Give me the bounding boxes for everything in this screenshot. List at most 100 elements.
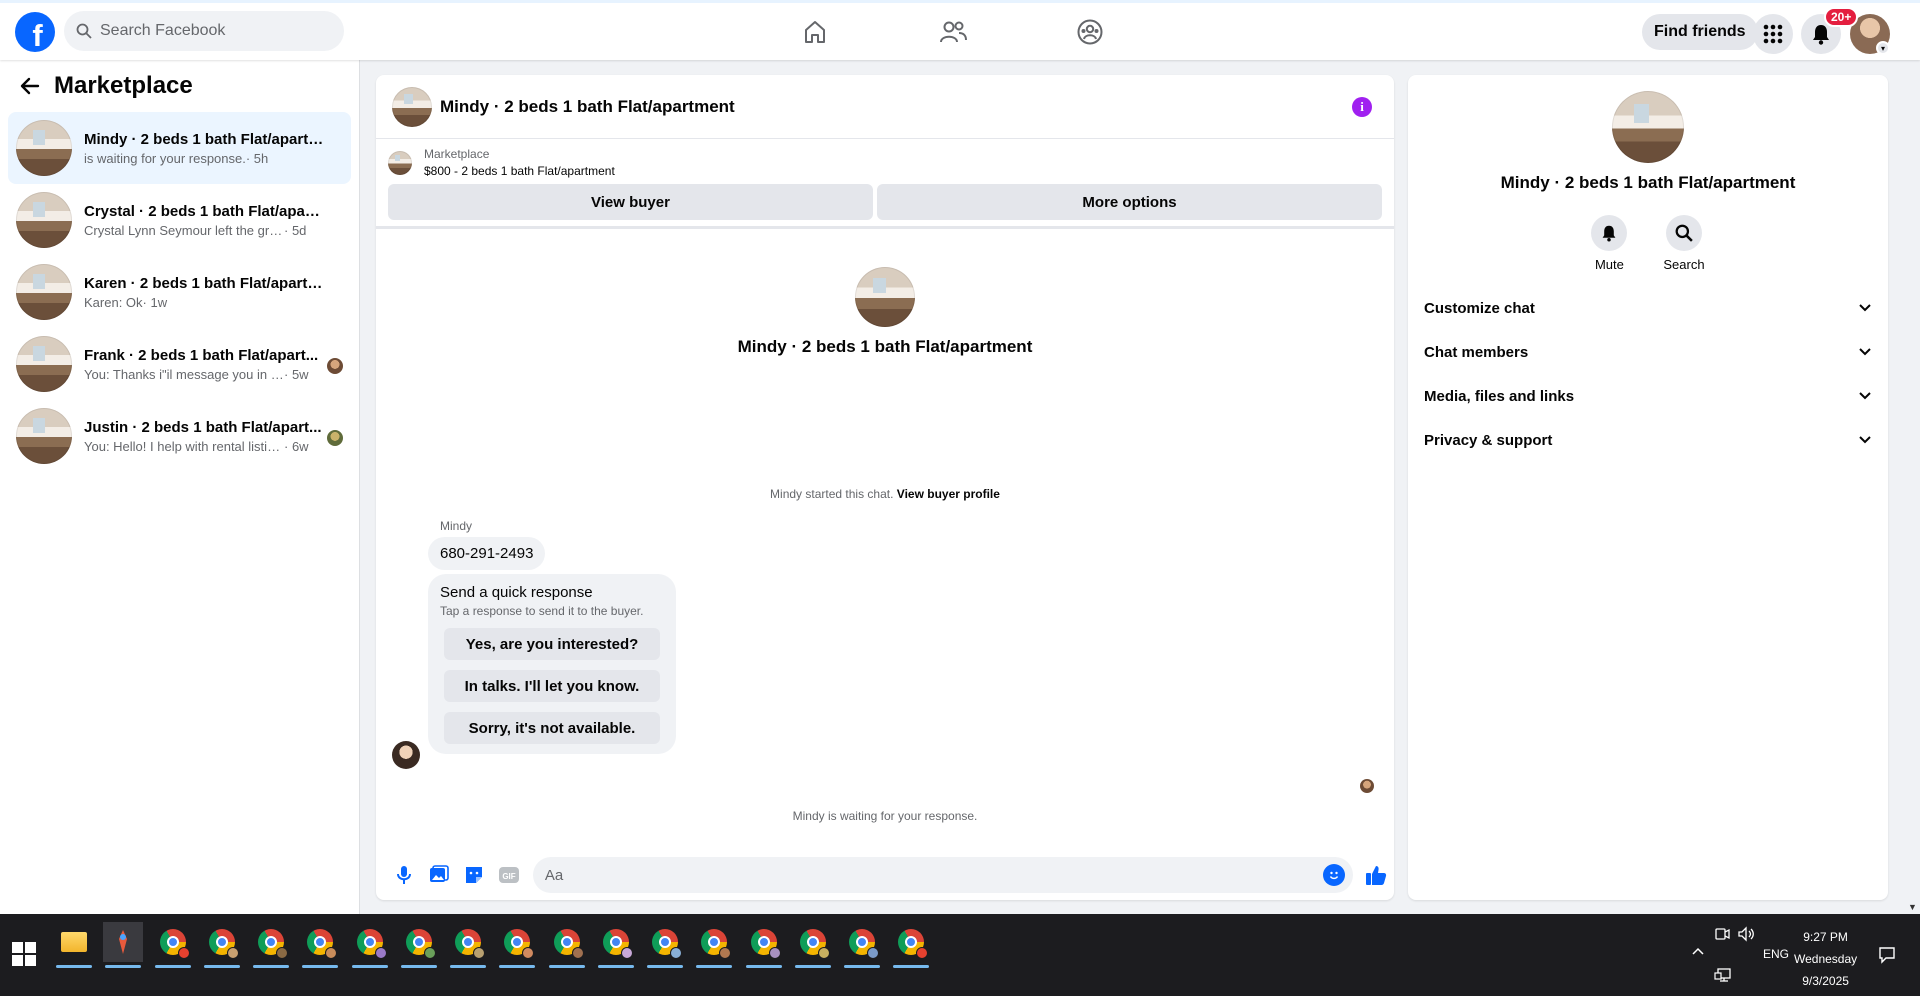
notification-center-icon[interactable]: [1878, 946, 1896, 964]
volume-icon[interactable]: [1737, 926, 1755, 942]
taskbar-chrome-12[interactable]: [694, 922, 734, 968]
chat-intro: Mindy · 2 beds 1 bath Flat/apartment: [376, 267, 1394, 357]
chat-title[interactable]: Mindy · 2 beds 1 bath Flat/apartment: [440, 97, 735, 117]
chat-started-text: Mindy started this chat.: [770, 487, 894, 501]
quick-response-not-available-button[interactable]: Sorry, it's not available.: [444, 712, 660, 744]
message-input-box[interactable]: [532, 857, 1353, 893]
section-customize-chat[interactable]: Customize chat: [1424, 286, 1872, 330]
listing-price: $800 - 2 beds 1 bath Flat/apartment: [424, 164, 615, 178]
notification-count-badge: 20+: [1824, 7, 1859, 27]
taskbar-chrome-10[interactable]: [596, 922, 636, 968]
gif-button[interactable]: GIF: [492, 857, 527, 893]
home-nav-button[interactable]: [797, 14, 833, 50]
view-buyer-button[interactable]: View buyer: [388, 184, 874, 220]
quick-response-in-talks-button[interactable]: In talks. I'll let you know.: [444, 670, 660, 702]
listing-thumbnail: [16, 264, 72, 320]
back-arrow-icon[interactable]: [20, 76, 40, 96]
chrome-icon: [652, 929, 682, 959]
conversation-item-frank[interactable]: Frank · 2 beds 1 bath Flat/apart... You:…: [8, 328, 351, 400]
section-privacy-support[interactable]: Privacy & support: [1424, 418, 1872, 462]
network-icon[interactable]: [1714, 968, 1732, 984]
menu-button[interactable]: [1753, 14, 1793, 54]
section-media-files-links[interactable]: Media, files and links: [1424, 374, 1872, 418]
conversation-item-karen[interactable]: Karen · 2 beds 1 bath Flat/apartment Kar…: [8, 256, 351, 328]
details-avatar[interactable]: [1612, 91, 1684, 163]
conversation-item-crystal[interactable]: Crystal · 2 beds 1 bath Flat/apartm... C…: [8, 184, 351, 256]
taskbar-clock[interactable]: 9:27 PM Wednesday 9/3/2025: [1794, 926, 1857, 992]
chevron-down-icon[interactable]: ▾: [1876, 41, 1890, 55]
chrome-icon: [307, 929, 337, 959]
listing-summary[interactable]: Marketplace $800 - 2 beds 1 bath Flat/ap…: [376, 139, 1394, 178]
conversation-item-mindy[interactable]: Mindy · 2 beds 1 bath Flat/apartm... is …: [8, 112, 351, 184]
taskbar-chrome-9[interactable]: [547, 922, 587, 968]
taskbar-chrome-14[interactable]: [793, 922, 833, 968]
chevron-down-icon: [1859, 392, 1871, 400]
more-options-button[interactable]: More options: [877, 184, 1382, 220]
folder-icon: [61, 932, 87, 952]
taskbar-chrome-7[interactable]: [448, 922, 488, 968]
taskbar-chrome-11[interactable]: [645, 922, 685, 968]
sticker-button[interactable]: [456, 857, 491, 893]
mute-button[interactable]: Mute: [1591, 215, 1628, 272]
taskbar-chrome-1[interactable]: [153, 922, 193, 968]
details-sections: Customize chat Chat members Media, files…: [1408, 286, 1888, 462]
waiting-notice: Mindy is waiting for your response.: [792, 809, 978, 823]
taskbar-chrome-4[interactable]: [300, 922, 340, 968]
clock-day: Wednesday: [1794, 952, 1858, 966]
chat-started-notice: Mindy started this chat. View buyer prof…: [376, 487, 1394, 501]
groups-nav-button[interactable]: [1072, 14, 1108, 50]
taskbar-chrome-16[interactable]: [891, 922, 931, 968]
meet-now-icon[interactable]: [1714, 926, 1730, 942]
conversation-time: · 1w: [142, 294, 168, 310]
voice-clip-button[interactable]: [386, 857, 421, 893]
facebook-logo[interactable]: f: [15, 12, 55, 53]
listing-thumbnail: [16, 336, 72, 392]
like-button[interactable]: [1359, 857, 1394, 893]
read-receipt-avatar: [1360, 779, 1374, 793]
message-bubble[interactable]: 680-291-2493: [428, 537, 546, 570]
search-box[interactable]: [64, 11, 344, 51]
quick-response-card: Send a quick response Tap a response to …: [428, 574, 676, 754]
taskbar-chrome-3[interactable]: [251, 922, 291, 968]
taskbar-file-explorer[interactable]: [54, 922, 94, 968]
windows-start-icon[interactable]: [10, 940, 38, 968]
chrome-icon: [800, 929, 830, 959]
conversation-item-justin[interactable]: Justin · 2 beds 1 bath Flat/apart... You…: [8, 400, 351, 472]
scroll-down-arrow-icon[interactable]: ▼: [1908, 902, 1917, 912]
photo-icon: [429, 865, 449, 882]
search-input[interactable]: [100, 22, 320, 40]
chevron-down-icon: [1859, 436, 1871, 444]
chevron-up-icon[interactable]: [1691, 946, 1705, 956]
chrome-icon: [849, 929, 879, 959]
taskbar-chrome-15[interactable]: [842, 922, 882, 968]
taskbar-chrome-8[interactable]: [497, 922, 537, 968]
taskbar-chrome-6[interactable]: [399, 922, 439, 968]
listing-label: Marketplace: [424, 147, 490, 161]
taskbar-chrome-13[interactable]: [744, 922, 784, 968]
chrome-icon: [455, 929, 485, 959]
conversation-snippet: Crystal Lynn Seymour left the group.: [84, 222, 284, 238]
chrome-icon: [209, 929, 239, 959]
language-indicator[interactable]: ENG: [1763, 947, 1789, 961]
section-chat-members[interactable]: Chat members: [1424, 330, 1872, 374]
taskbar-app-tool[interactable]: [103, 922, 143, 968]
conversation-title: Crystal · 2 beds 1 bath Flat/apartm...: [84, 202, 324, 220]
message-input[interactable]: [544, 866, 1305, 884]
taskbar-chrome-2[interactable]: [202, 922, 242, 968]
buyer-avatar[interactable]: [392, 741, 420, 769]
chat-intro-name: Mindy · 2 beds 1 bath Flat/apartment: [737, 337, 1033, 356]
search-in-chat-button[interactable]: Search: [1663, 215, 1705, 272]
find-friends-button[interactable]: Find friends: [1642, 14, 1758, 50]
info-icon[interactable]: i: [1352, 97, 1372, 117]
chrome-icon: [751, 929, 781, 959]
view-buyer-profile-link[interactable]: View buyer profile: [897, 487, 1000, 501]
taskbar-chrome-5[interactable]: [350, 922, 390, 968]
attach-media-button[interactable]: [421, 857, 456, 893]
emoji-icon[interactable]: [1322, 864, 1345, 886]
chrome-icon: [258, 929, 288, 959]
page-scrollbar[interactable]: ▼: [1904, 60, 1920, 914]
friends-nav-button[interactable]: [935, 14, 971, 50]
quick-response-yes-button[interactable]: Yes, are you interested?: [444, 628, 660, 660]
seen-avatar: [327, 430, 343, 446]
chat-avatar[interactable]: [392, 86, 432, 127]
